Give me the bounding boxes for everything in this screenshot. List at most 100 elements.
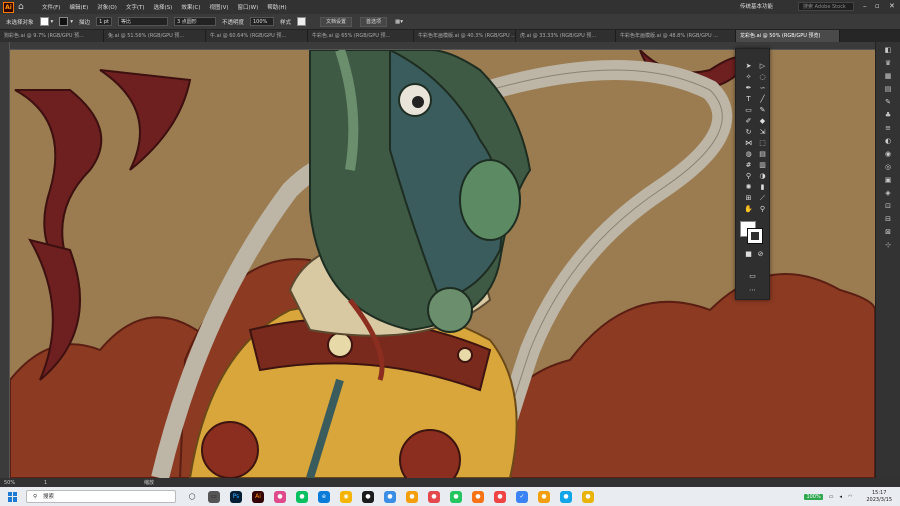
menu-effect[interactable]: 效果(C) [181, 3, 200, 11]
minimize-icon[interactable]: – [863, 2, 867, 10]
menu-window[interactable]: 窗口(W) [238, 3, 259, 11]
document-setup-button[interactable]: 文档设置 [320, 16, 353, 27]
home-icon[interactable]: ⌂ [18, 2, 28, 12]
brushes-icon[interactable]: ✎ [882, 97, 894, 107]
paintbrush-tool-icon[interactable]: ✎ [756, 105, 769, 116]
brush-definition[interactable]: 3 点圆形 [173, 17, 216, 26]
zoom-level[interactable]: 50% [4, 480, 24, 486]
shape-builder-tool-icon[interactable]: ◍ [742, 149, 755, 160]
perspective-grid-tool-icon[interactable]: ▤ [756, 149, 769, 160]
free-transform-tool-icon[interactable]: ⬚ [756, 138, 769, 149]
app-icon[interactable]: ● [494, 490, 506, 503]
qq-icon[interactable]: ● [362, 490, 374, 503]
taskbar-search-input[interactable]: ⚲ 搜索 [26, 490, 176, 503]
stroke-swatch[interactable] [59, 17, 69, 26]
slice-tool-icon[interactable]: ⟋ [756, 193, 769, 204]
wechat-icon[interactable]: ● [296, 490, 308, 503]
variable-width-profile[interactable]: 等比 [117, 17, 168, 26]
menu-help[interactable]: 帮助(H) [267, 3, 286, 11]
app-icon[interactable]: ● [472, 490, 484, 503]
chevron-down-icon[interactable]: ▾ [51, 19, 54, 25]
illustrator-taskbar-icon[interactable]: Ai [252, 490, 264, 503]
tab-document[interactable]: 虎.ai @ 33.33% (RGB/GPU 预... [516, 30, 616, 42]
vertical-ruler[interactable] [0, 42, 10, 478]
opacity-input[interactable]: 100% [249, 17, 274, 26]
stroke-icon[interactable]: ≡ [882, 123, 894, 133]
tab-document[interactable]: 牛彩色年画模版.ai @ 40.3% (RGB/GPU ... [414, 30, 516, 42]
app-icon[interactable]: ● [274, 490, 286, 503]
menu-select[interactable]: 选择(S) [154, 3, 173, 11]
stroke-color-box[interactable] [747, 228, 763, 244]
direct-selection-tool-icon[interactable]: ▷ [756, 61, 769, 72]
rectangle-tool-icon[interactable]: ▭ [742, 105, 755, 116]
eyedropper-tool-icon[interactable]: ⚲ [742, 171, 755, 182]
more-tools-icon[interactable]: ⋯ [746, 285, 759, 296]
menu-type[interactable]: 文字(T) [126, 3, 145, 11]
tab-document[interactable]: 牛彩色.ai @ 65% (RGB/GPU 预... [308, 30, 414, 42]
taskbar-apps-icon[interactable]: ▭ [208, 490, 220, 503]
app-icon[interactable]: ● [406, 490, 418, 503]
opacity-label[interactable]: 不透明度 [222, 18, 244, 26]
menu-edit[interactable]: 编辑(E) [69, 3, 88, 11]
tab-document[interactable]: 狗彩色.ai @ 9.7% (RGB/GPU 预... [0, 30, 104, 42]
rotate-tool-icon[interactable]: ↻ [742, 127, 755, 138]
battery-indicator[interactable]: 100% [804, 493, 823, 500]
app-icon[interactable]: ✓ [516, 490, 528, 503]
color-icon[interactable]: ▦ [882, 71, 894, 81]
pathfinder-icon[interactable]: ⊠ [882, 227, 894, 237]
preferences-button[interactable]: 首选项 [360, 16, 388, 27]
artboards-icon[interactable]: ⊡ [882, 201, 894, 211]
pen-tool-icon[interactable]: ✒ [742, 83, 755, 94]
none-color-icon[interactable]: ⊘ [754, 249, 767, 260]
column-graph-tool-icon[interactable]: ▮ [756, 182, 769, 193]
edge-icon[interactable]: e [318, 490, 330, 503]
lasso-tool-icon[interactable]: ◌ [756, 72, 769, 83]
stock-search-input[interactable]: 搜索 Adobe Stock [798, 2, 854, 11]
arrange-documents-icon[interactable]: ▦▾ [395, 19, 403, 25]
app-icon[interactable]: ● [538, 490, 550, 503]
curvature-tool-icon[interactable]: ∽ [756, 83, 769, 94]
menu-object[interactable]: 对象(O) [97, 3, 117, 11]
fill-swatch[interactable] [39, 17, 49, 26]
tab-document-active[interactable]: 龙彩色.ai @ 50% (RGB/GPU 预览) [736, 30, 840, 42]
chevron-down-icon[interactable]: ▾ [70, 19, 73, 25]
maximize-icon[interactable]: ▫ [875, 2, 880, 10]
appearance-icon[interactable]: ◎ [882, 162, 894, 172]
photoshop-icon[interactable]: Ps [230, 490, 242, 503]
libraries-icon[interactable]: ♛ [882, 58, 894, 68]
scale-tool-icon[interactable]: ⇲ [756, 127, 769, 138]
align-icon[interactable]: ⊟ [882, 214, 894, 224]
properties-icon[interactable]: ◧ [882, 45, 894, 55]
gradient-tool-icon[interactable]: ▥ [756, 160, 769, 171]
eraser-tool-icon[interactable]: ◆ [756, 116, 769, 127]
network-icon[interactable]: ▭ [829, 494, 834, 500]
graphic-styles-icon[interactable]: ▣ [882, 175, 894, 185]
app-icon[interactable]: ● [384, 490, 396, 503]
tab-document[interactable]: 牛.ai @ 60.64% (RGB/GPU 预... [206, 30, 308, 42]
app-icon[interactable]: ● [428, 490, 440, 503]
width-tool-icon[interactable]: ⋈ [742, 138, 755, 149]
zoom-tool-icon[interactable]: ⚲ [756, 204, 769, 215]
graphic-style-swatch[interactable] [297, 17, 306, 26]
layers-icon[interactable]: ◈ [882, 188, 894, 198]
hand-tool-icon[interactable]: ✋ [742, 204, 755, 215]
line-tool-icon[interactable]: ╱ [756, 94, 769, 105]
windows-start-icon[interactable] [8, 491, 18, 502]
menu-view[interactable]: 视图(V) [209, 3, 228, 11]
stroke-label[interactable]: 描边 [79, 18, 90, 26]
artboard-number[interactable]: 1 [44, 480, 64, 486]
magic-wand-tool-icon[interactable]: ✧ [742, 72, 755, 83]
workspace-switcher[interactable]: 传统基本功能 [740, 2, 773, 10]
transform-icon[interactable]: ⊹ [882, 240, 894, 250]
menu-file[interactable]: 文件(F) [42, 3, 60, 11]
screen-mode-icon[interactable]: ▭ [746, 271, 759, 282]
close-icon[interactable]: ✕ [889, 2, 895, 10]
transparency-icon[interactable]: ◉ [882, 149, 894, 159]
app-icon[interactable]: ● [450, 490, 462, 503]
symbol-sprayer-tool-icon[interactable]: ✺ [742, 182, 755, 193]
tab-document[interactable]: 牛彩色年画模版.ai @ 48.8% (RGB/GPU ... [616, 30, 736, 42]
clock[interactable]: 15:17 2023/3/15 [866, 490, 892, 504]
app-icon[interactable]: ● [560, 490, 572, 503]
shaper-tool-icon[interactable]: ✐ [742, 116, 755, 127]
tab-document[interactable]: 兔.ai @ 51.56% (RGB/GPU 预... [104, 30, 206, 42]
